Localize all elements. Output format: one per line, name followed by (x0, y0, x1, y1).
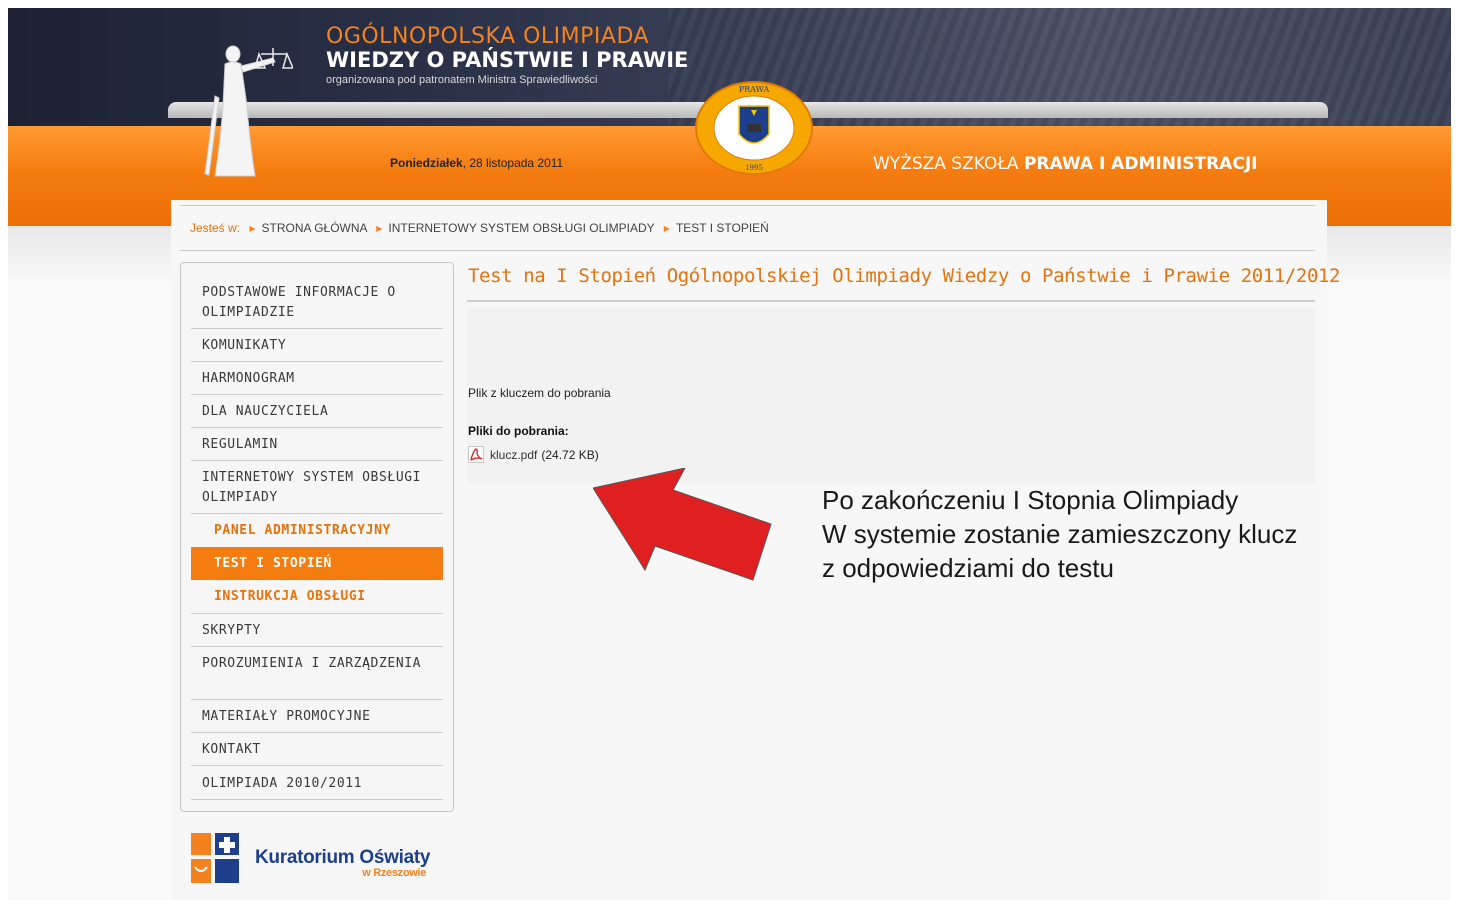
sidebar-item-user-manual[interactable]: INSTRUKCJA OBSŁUGI (191, 580, 443, 613)
sidebar-item-olympiad-2010[interactable]: OLIMPIADA 2010/2011 (191, 765, 443, 800)
breadcrumb-arrow-icon: ▶ (663, 224, 670, 233)
sidebar-item-for-teacher[interactable]: DLA NAUCZYCIELA (191, 394, 443, 427)
svg-text:PRAWA: PRAWA (739, 85, 770, 94)
lady-justice-icon (204, 45, 293, 177)
sidebar-item-internet-system[interactable]: INTERNETOWY SYSTEM OBSŁUGI OLIMPIADY (191, 460, 443, 513)
breadcrumb-arrow-icon: ▶ (376, 224, 383, 233)
pdf-icon[interactable] (468, 446, 484, 463)
school-name: WYŻSZA SZKOŁA PRAWA I ADMINISTRACJI (873, 154, 1258, 174)
sidebar-item-announcements[interactable]: KOMUNIKATY (191, 328, 443, 361)
sidebar-item-contact[interactable]: KONTAKT (191, 732, 443, 765)
kuratorium-logo[interactable]: Kuratorium Oświaty w Rzeszowie (191, 833, 430, 883)
file-download-link[interactable]: klucz.pdf (490, 448, 537, 462)
sidebar-item-promo-materials[interactable]: MATERIAŁY PROMOCYJNE (191, 699, 443, 732)
file-size: (24.72 KB) (541, 447, 599, 462)
annotation-line: Po zakończeniu I Stopnia Olimpiady (822, 485, 1239, 515)
breadcrumb-arrow-icon: ▶ (249, 224, 256, 233)
sidebar-item-schedule[interactable]: HARMONOGRAM (191, 361, 443, 394)
red-arrow-icon (593, 468, 772, 581)
divider (180, 250, 1315, 251)
university-emblem-icon: PRAWA 1995 (695, 81, 813, 175)
sidebar-item-admin-panel[interactable]: PANEL ADMINISTRACYJNY (191, 513, 443, 546)
sidebar-item-scripts[interactable]: SKRYPTY (191, 613, 443, 646)
file-item: klucz.pdf (24.72 KB) (468, 446, 599, 463)
site-subtitle: organizowana pod patronatem Ministra Spr… (326, 74, 598, 86)
annotation-line: z odpowiedziami do testu (822, 553, 1114, 583)
divider (467, 300, 1315, 302)
sidebar-item-agreements[interactable]: POROZUMIENIA I ZARZĄDZENIA (191, 646, 443, 699)
annotation-note: Po zakończeniu I Stopnia Olimpiady W sys… (822, 483, 1297, 585)
kuratorium-subtitle: w Rzeszowie (362, 867, 427, 879)
files-header: Pliki do pobrania: (468, 424, 569, 438)
annotation-line: W systemie zostanie zamieszczony klucz (822, 519, 1298, 549)
svg-text:1995: 1995 (745, 164, 763, 172)
divider (180, 205, 1315, 206)
site-title-main: WIEDZY O PAŃSTWIE I PRAWIE (326, 48, 689, 72)
current-date: Poniedziałek, 28 listopada 2011 (390, 156, 564, 170)
kuratorium-name: Kuratorium Oświaty w Rzeszowie (255, 847, 431, 879)
page-title: Test na I Stopień Ogólnopolskiej Olimpia… (468, 265, 1341, 287)
breadcrumb-item[interactable]: TEST I STOPIEŃ (676, 221, 769, 235)
breadcrumb-item[interactable]: INTERNETOWY SYSTEM OBSŁUGI OLIMPIADY (388, 221, 654, 235)
breadcrumb: Jesteś w: ▶ STRONA GŁÓWNA ▶ INTERNETOWY SY… (190, 221, 769, 235)
page-frame: OGÓLNOPOLSKA OLIMPIADA WIEDZY O PAŃSTWIE… (8, 8, 1451, 900)
breadcrumb-item[interactable]: STRONA GŁÓWNA (262, 221, 367, 235)
sidebar-item-test-stage-one[interactable]: TEST I STOPIEŃ (191, 547, 443, 580)
kuratorium-mark-icon (191, 833, 239, 883)
description-text: Plik z kluczem do pobrania (468, 386, 611, 400)
sidebar-item-basic-info[interactable]: PODSTAWOWE INFORMACJE O OLIMPIADZIE (191, 275, 443, 328)
breadcrumb-label: Jesteś w: (190, 221, 241, 235)
site-title-top: OGÓLNOPOLSKA OLIMPIADA (326, 24, 650, 49)
sidebar-item-regulations[interactable]: REGULAMIN (191, 427, 443, 460)
